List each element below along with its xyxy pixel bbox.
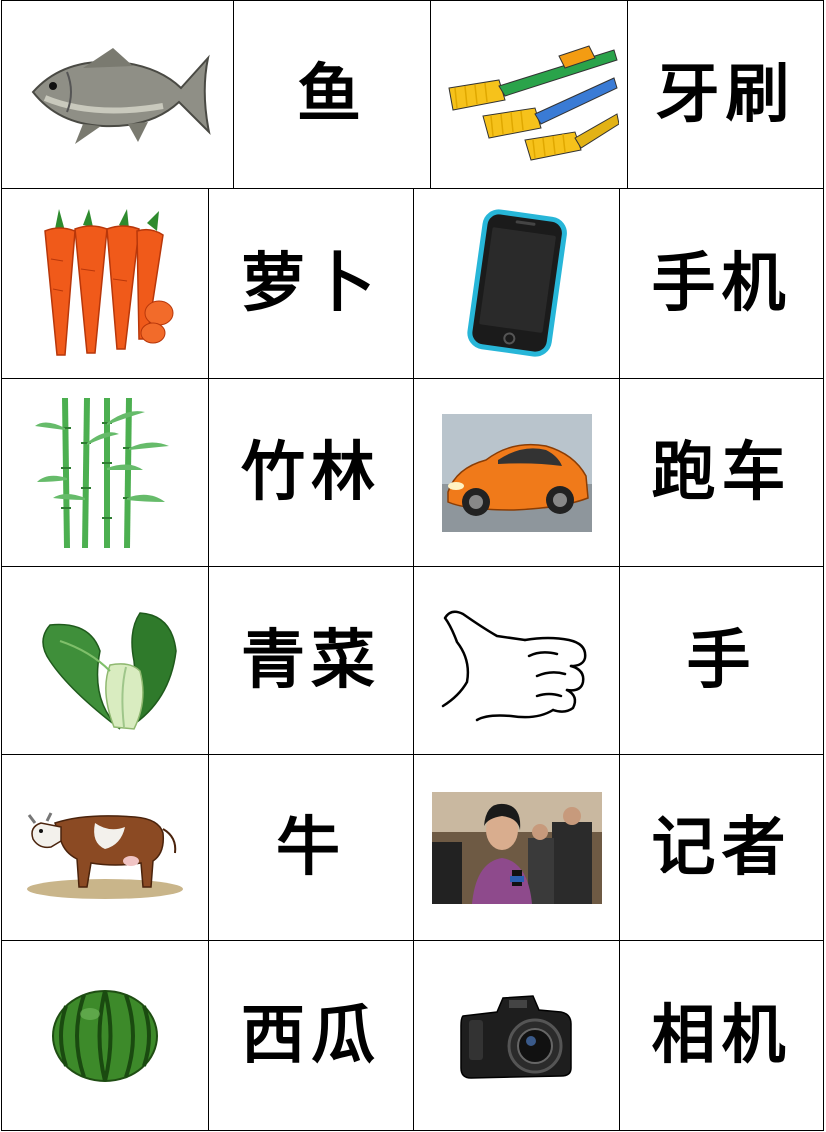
word-label: 萝卜 [241, 246, 381, 321]
reporter-photo-icon [431, 792, 602, 904]
picture-cell [413, 379, 619, 567]
mobile-phone-icon [457, 209, 577, 359]
word-label: 西瓜 [241, 998, 381, 1073]
word-cell: 萝卜 [208, 189, 413, 379]
picture-cell [1, 941, 208, 1131]
camera-icon [457, 986, 577, 1086]
word-cell: 记者 [619, 755, 824, 941]
picture-cell [413, 189, 619, 379]
picture-cell [413, 941, 619, 1131]
word-cell: 手 [619, 567, 824, 755]
word-label: 青菜 [241, 623, 381, 698]
fish-icon [23, 40, 213, 150]
word-cell: 牙刷 [627, 1, 824, 189]
word-label: 牙刷 [655, 57, 796, 132]
word-label: 鱼 [297, 57, 367, 132]
word-label: 竹林 [241, 435, 381, 510]
card-row: 竹林 跑车 [1, 378, 824, 567]
word-label: 跑车 [651, 435, 792, 510]
word-label: 相机 [651, 998, 792, 1073]
bamboo-icon [35, 398, 175, 548]
card-row: 西瓜 相机 [1, 940, 824, 1131]
card-row: 萝卜 手机 [1, 188, 824, 379]
table-bottom-border [1, 1130, 824, 1131]
cow-icon [25, 793, 185, 903]
word-cell: 相机 [619, 941, 824, 1131]
card-row: 鱼 牙刷 [1, 0, 824, 189]
picture-cell [413, 567, 619, 755]
toothbrush-icon [439, 28, 619, 163]
picture-cell [1, 755, 208, 941]
card-row: 青菜 手 [1, 566, 824, 755]
word-cell: 跑车 [619, 379, 824, 567]
word-cell: 青菜 [208, 567, 413, 755]
card-row: 牛 记者 [1, 754, 824, 941]
word-cell: 竹林 [208, 379, 413, 567]
picture-cell [1, 189, 208, 379]
picture-cell [1, 379, 208, 567]
carrot-icon [35, 209, 175, 359]
sports-car-icon [441, 414, 592, 532]
word-label: 手 [686, 623, 757, 698]
word-label: 记者 [651, 810, 792, 885]
word-label: 手机 [651, 246, 792, 321]
word-cell: 鱼 [233, 1, 430, 189]
word-cell: 手机 [619, 189, 824, 379]
word-cell: 西瓜 [208, 941, 413, 1131]
word-label: 牛 [276, 810, 346, 885]
picture-cell [430, 1, 627, 189]
thumbs-up-hand-icon [437, 596, 597, 726]
picture-cell [413, 755, 619, 941]
picture-cell [1, 567, 208, 755]
picture-cell [1, 1, 233, 189]
bok-choy-icon [30, 591, 180, 731]
word-cell: 牛 [208, 755, 413, 941]
watermelon-icon [50, 988, 160, 1084]
